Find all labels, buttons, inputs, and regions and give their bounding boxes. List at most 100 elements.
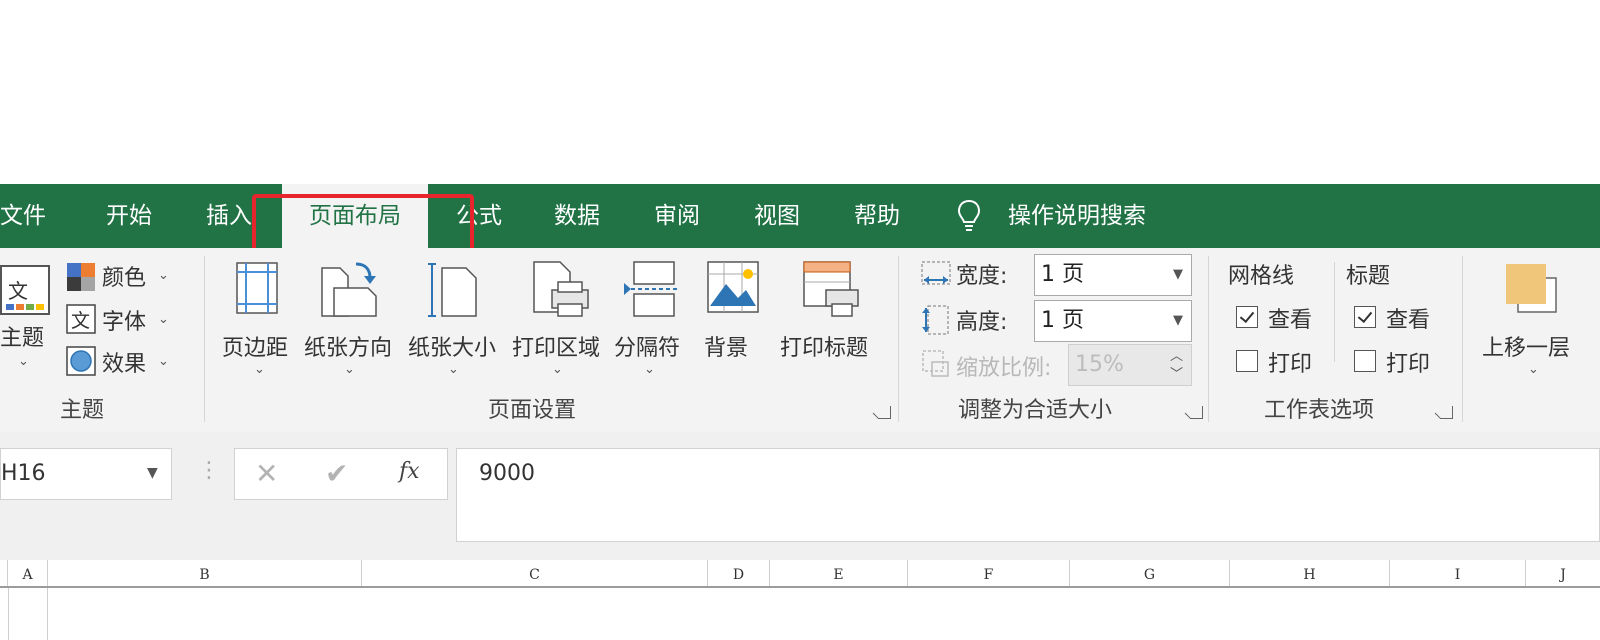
- insert-function-icon[interactable]: fx: [399, 459, 420, 484]
- themes-icon: 文: [0, 265, 50, 315]
- group-label-sheet-options: 工作表选项: [1264, 398, 1375, 423]
- chevron-down-icon[interactable]: ⌄: [18, 354, 29, 369]
- size-label: 纸张大小: [408, 336, 497, 361]
- headings-print-checkbox[interactable]: [1354, 350, 1376, 372]
- print-titles-button[interactable]: 打印标题: [780, 256, 876, 361]
- tab-data[interactable]: 数据: [554, 184, 600, 248]
- chevron-down-icon: ⌄: [1528, 362, 1539, 377]
- column-header[interactable]: H: [1230, 560, 1390, 586]
- scale-dialog-launcher[interactable]: [1190, 406, 1203, 419]
- themes-button[interactable]: 文: [0, 262, 52, 318]
- margins-button[interactable]: 页边距 ⌄: [222, 258, 294, 382]
- height-icon: [922, 305, 949, 335]
- page-setup-dialog-launcher[interactable]: [878, 406, 891, 419]
- gridlines-print-label: 打印: [1268, 352, 1313, 377]
- cancel-icon[interactable]: ✕: [255, 457, 278, 490]
- width-select[interactable]: 1 页 ▼: [1034, 254, 1192, 296]
- dropdown-arrow-icon: ▼: [1173, 313, 1183, 328]
- splitter-handle[interactable]: ⋮: [198, 458, 220, 483]
- gridlines-print-checkbox[interactable]: [1236, 350, 1258, 372]
- fonts-icon: 文: [66, 304, 96, 334]
- tab-home[interactable]: 开始: [106, 184, 152, 248]
- orientation-label: 纸张方向: [304, 336, 393, 361]
- ribbon: 文 主题 ⌄ 颜色 ⌄ 文 字体 ⌄ 效果 ⌄ 主题 页边距 ⌄ 纸张方向 ⌄ …: [0, 248, 1600, 433]
- tab-review[interactable]: 审阅: [654, 184, 700, 248]
- svg-text:文: 文: [71, 310, 90, 332]
- group-label-scale-to-fit: 调整为合适大小: [958, 398, 1113, 423]
- column-header[interactable]: A: [8, 560, 48, 586]
- formula-input[interactable]: 9000: [456, 448, 1600, 542]
- column-header[interactable]: F: [908, 560, 1070, 586]
- check-icon[interactable]: ✔: [325, 457, 348, 490]
- tab-insert[interactable]: 插入: [206, 184, 252, 248]
- size-button[interactable]: 纸张大小 ⌄: [408, 256, 504, 382]
- row-header-column: [8, 588, 48, 640]
- formula-buttons: ✕ ✔ fx: [234, 448, 448, 500]
- select-all-corner[interactable]: [0, 560, 8, 586]
- gridlines-view-checkbox[interactable]: [1236, 306, 1258, 328]
- margins-icon: [236, 262, 278, 314]
- width-label: 宽度:: [956, 264, 1008, 289]
- themes-label: 主题: [0, 326, 45, 351]
- height-select[interactable]: 1 页 ▼: [1034, 300, 1192, 342]
- dropdown-arrow-icon: ▼: [147, 465, 158, 481]
- background-button[interactable]: 背景: [704, 256, 760, 361]
- print-area-icon: [533, 261, 589, 317]
- column-header[interactable]: J: [1526, 560, 1600, 586]
- chevron-down-icon: ⌄: [158, 268, 169, 283]
- orientation-button[interactable]: 纸张方向 ⌄: [304, 256, 400, 382]
- group-label-page-setup: 页面设置: [488, 398, 577, 423]
- background-image-icon: [707, 261, 759, 313]
- group-separator: [204, 256, 205, 422]
- ribbon-tab-bar: 文件 开始 插入 页面布局 公式 数据 审阅 视图 帮助 操作说明搜索: [0, 184, 1600, 248]
- group-label-theme: 主题: [60, 398, 105, 423]
- chevron-down-icon: ⌄: [552, 362, 563, 377]
- colors-icon: [67, 263, 95, 291]
- sheet-grid[interactable]: [0, 588, 1600, 640]
- column-header[interactable]: I: [1390, 560, 1526, 586]
- scale-value: 15%: [1075, 352, 1124, 377]
- sheet-options-dialog-launcher[interactable]: [1440, 406, 1453, 419]
- gridlines-label: 网格线: [1228, 264, 1295, 289]
- gridlines-view-label: 查看: [1268, 308, 1313, 333]
- dropdown-arrow-icon: ▼: [1173, 267, 1183, 282]
- effects-label: 效果: [102, 352, 147, 377]
- bring-forward-button[interactable]: 上移一层 ⌄: [1482, 256, 1600, 386]
- column-header[interactable]: C: [362, 560, 708, 586]
- column-header[interactable]: B: [48, 560, 362, 586]
- colors-button[interactable]: 颜色 ⌄: [66, 258, 182, 294]
- chevron-down-icon: ⌄: [644, 362, 655, 377]
- height-label: 高度:: [956, 310, 1008, 335]
- name-box[interactable]: H16 ▼: [0, 448, 172, 500]
- tab-help[interactable]: 帮助: [854, 184, 900, 248]
- print-area-button[interactable]: 打印区域 ⌄: [512, 256, 608, 382]
- name-box-value: H16: [1, 461, 46, 486]
- chevron-down-icon: ⌄: [448, 362, 459, 377]
- paper-size-icon: [428, 263, 477, 317]
- tab-file[interactable]: 文件: [0, 184, 46, 248]
- formula-bar: H16 ▼ ⋮ ✕ ✔ fx 9000: [0, 432, 1600, 560]
- effects-button[interactable]: 效果 ⌄: [66, 344, 182, 380]
- lightbulb-icon[interactable]: [956, 198, 982, 234]
- fonts-button[interactable]: 文 字体 ⌄: [66, 302, 182, 338]
- width-icon: [921, 261, 951, 285]
- chevron-down-icon: ⌄: [344, 362, 355, 377]
- column-header[interactable]: E: [770, 560, 908, 586]
- effects-icon: [66, 346, 96, 376]
- column-header[interactable]: G: [1070, 560, 1230, 586]
- tab-view[interactable]: 视图: [754, 184, 800, 248]
- group-separator: [1334, 262, 1335, 362]
- chevron-down-icon: ⌄: [158, 354, 169, 369]
- print-area-label: 打印区域: [512, 336, 601, 361]
- fonts-label: 字体: [102, 310, 147, 335]
- height-value: 1 页: [1041, 308, 1084, 333]
- tell-me-search[interactable]: 操作说明搜索: [1008, 184, 1146, 248]
- headings-view-checkbox[interactable]: [1354, 306, 1376, 328]
- headings-view-label: 查看: [1386, 308, 1431, 333]
- breaks-button[interactable]: 分隔符 ⌄: [614, 256, 694, 382]
- headings-label: 标题: [1346, 264, 1391, 289]
- scale-spinner[interactable]: 15% ︿ ﹀: [1068, 344, 1192, 386]
- bring-forward-label: 上移一层: [1482, 336, 1571, 361]
- column-header[interactable]: D: [708, 560, 770, 586]
- formula-value: 9000: [479, 461, 535, 486]
